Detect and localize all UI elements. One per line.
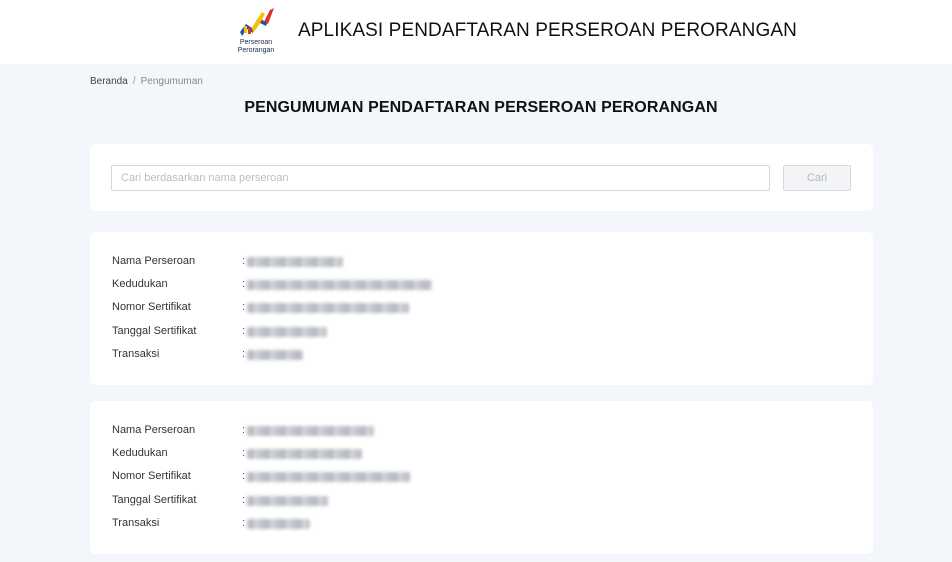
result-label-name: Nama Perseroan bbox=[112, 424, 196, 436]
result-colon: : bbox=[242, 470, 246, 482]
result-label-domicile: Kedudukan bbox=[112, 278, 168, 290]
result-value-name bbox=[247, 257, 343, 267]
result-colon: : bbox=[242, 325, 246, 337]
result-row-domicile: Kedudukan : bbox=[112, 447, 852, 463]
result-value-domicile bbox=[247, 449, 362, 459]
page-title: PENGUMUMAN PENDAFTARAN PERSEROAN PERORAN… bbox=[244, 99, 718, 116]
result-value-domicile bbox=[247, 280, 432, 290]
result-colon: : bbox=[242, 278, 246, 290]
breadcrumb: Beranda / Pengumuman bbox=[90, 76, 203, 87]
result-value-certificate-number bbox=[247, 472, 410, 482]
breadcrumb-home-link[interactable]: Beranda bbox=[90, 76, 128, 87]
result-row-name: Nama Perseroan : bbox=[112, 255, 852, 271]
result-label-transaction: Transaksi bbox=[112, 517, 160, 529]
result-colon: : bbox=[242, 301, 246, 313]
result-value-certificate-date bbox=[247, 496, 328, 506]
result-label-name: Nama Perseroan bbox=[112, 255, 196, 267]
search-card: Cari bbox=[90, 144, 873, 211]
search-button[interactable]: Cari bbox=[783, 165, 851, 191]
app-logo[interactable]: Perseroan Perorangan bbox=[232, 6, 280, 56]
logo-text-line1: Perseroan bbox=[239, 39, 273, 46]
result-colon: : bbox=[242, 424, 246, 436]
result-colon: : bbox=[242, 447, 246, 459]
result-value-name bbox=[247, 426, 374, 436]
breadcrumb-current: Pengumuman bbox=[140, 76, 203, 87]
result-value-transaction bbox=[247, 519, 310, 529]
result-row-transaction: Transaksi : bbox=[112, 517, 852, 533]
result-label-certificate-number: Nomor Sertifikat bbox=[112, 470, 191, 482]
app-title: APLIKASI PENDAFTARAN PERSEROAN PERORANGA… bbox=[298, 20, 797, 41]
breadcrumb-separator: / bbox=[132, 76, 136, 87]
result-colon: : bbox=[242, 348, 246, 360]
result-card: Nama Perseroan : Kedudukan : Nomor Serti… bbox=[90, 232, 873, 385]
result-row-domicile: Kedudukan : bbox=[112, 278, 852, 294]
result-row-certificate-number: Nomor Sertifikat : bbox=[112, 301, 852, 317]
result-colon: : bbox=[242, 494, 246, 506]
perseroan-logo-icon bbox=[240, 8, 274, 36]
result-value-transaction bbox=[247, 350, 303, 360]
logo-text-line2: Perorangan bbox=[237, 47, 275, 54]
result-value-certificate-date bbox=[247, 327, 327, 337]
result-row-name: Nama Perseroan : bbox=[112, 424, 852, 440]
result-row-certificate-date: Tanggal Sertifikat : bbox=[112, 325, 852, 341]
result-label-domicile: Kedudukan bbox=[112, 447, 168, 459]
result-colon: : bbox=[242, 255, 246, 267]
result-row-certificate-date: Tanggal Sertifikat : bbox=[112, 494, 852, 510]
logo-text: Perseroan Perorangan bbox=[232, 39, 280, 55]
search-input[interactable] bbox=[111, 165, 770, 191]
result-row-transaction: Transaksi : bbox=[112, 348, 852, 364]
result-card: Nama Perseroan : Kedudukan : Nomor Serti… bbox=[90, 401, 873, 554]
result-colon: : bbox=[242, 517, 246, 529]
result-label-certificate-number: Nomor Sertifikat bbox=[112, 301, 191, 313]
result-label-certificate-date: Tanggal Sertifikat bbox=[112, 494, 197, 506]
result-label-transaction: Transaksi bbox=[112, 348, 160, 360]
app-header: Perseroan Perorangan APLIKASI PENDAFTARA… bbox=[0, 0, 952, 64]
result-value-certificate-number bbox=[247, 303, 409, 313]
result-label-certificate-date: Tanggal Sertifikat bbox=[112, 325, 197, 337]
result-row-certificate-number: Nomor Sertifikat : bbox=[112, 470, 852, 486]
